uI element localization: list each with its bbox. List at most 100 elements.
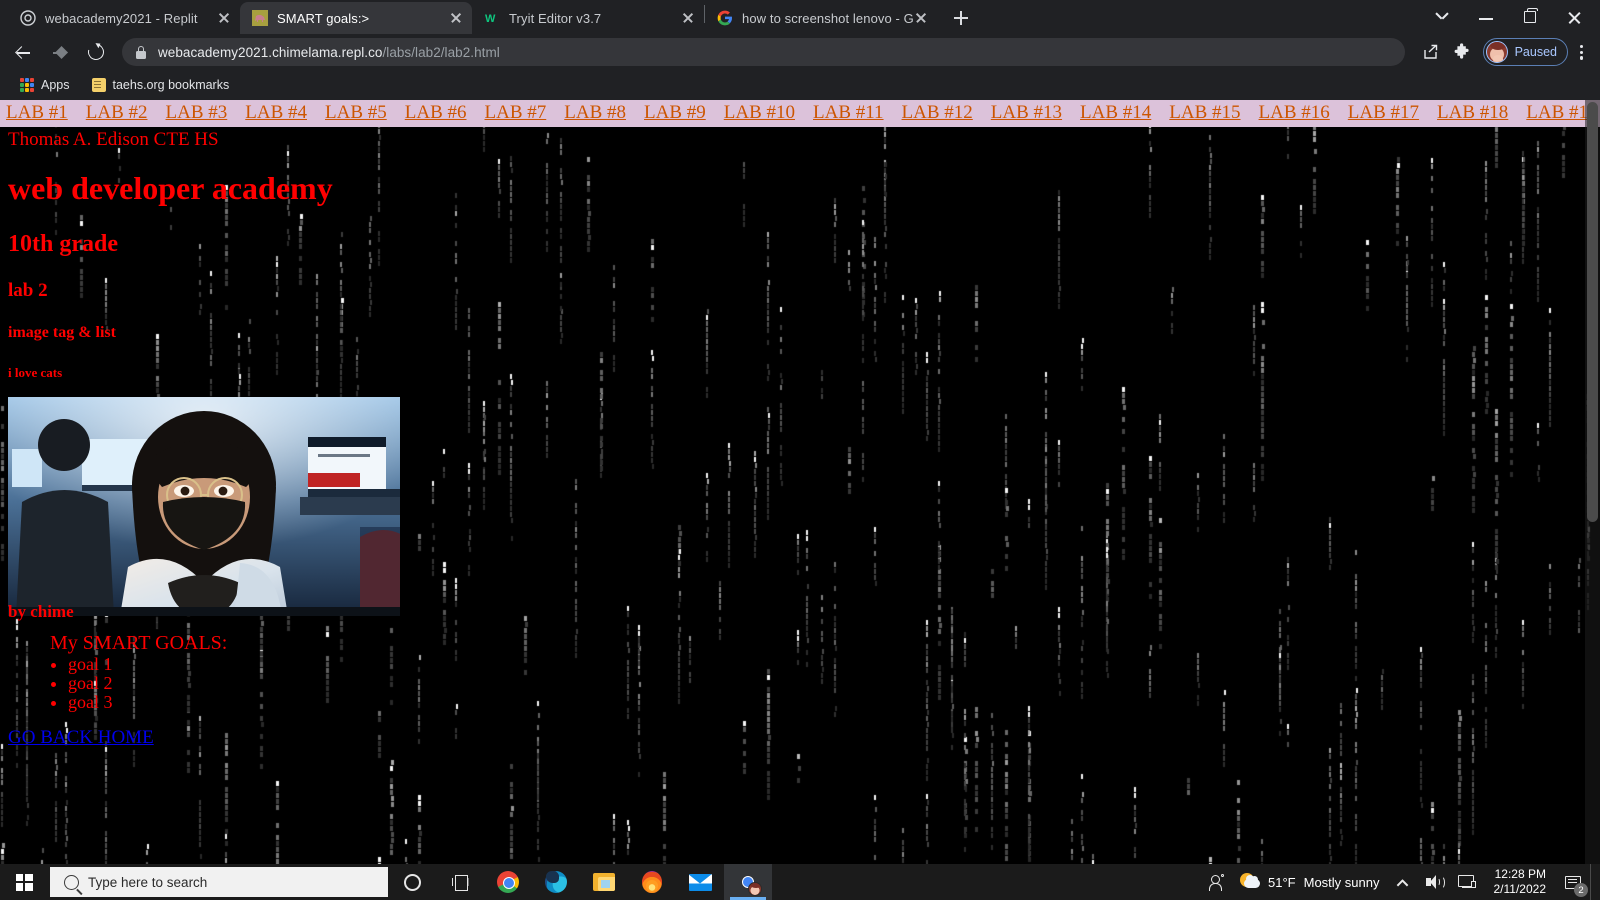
topic-heading: image tag & list: [8, 323, 116, 341]
vertical-scrollbar[interactable]: [1585, 100, 1600, 864]
lock-icon: [136, 45, 146, 59]
edge-icon[interactable]: [532, 864, 580, 900]
speaker-icon[interactable]: [1418, 864, 1450, 900]
lab-link-9[interactable]: LAB #9: [644, 102, 706, 123]
weather-temperature: 51°F: [1268, 874, 1296, 890]
bookmark-apps[interactable]: Apps: [12, 73, 78, 97]
task-view-icon[interactable]: [436, 864, 484, 900]
mail-icon[interactable]: [676, 864, 724, 900]
goals-list: goal 1goal 2goal 3: [68, 654, 1592, 712]
lab-link-8[interactable]: LAB #8: [564, 102, 626, 123]
back-arrow-icon[interactable]: [8, 36, 40, 68]
bookmarks-bar: Apps taehs.org bookmarks: [0, 70, 1600, 100]
cortana-icon[interactable]: [388, 864, 436, 900]
page-body: Thomas A. Edison CTE HS web developer ac…: [0, 129, 1600, 749]
browser-tab-active[interactable]: SMART goals:>: [240, 2, 472, 34]
tab-close-icon[interactable]: [913, 10, 929, 26]
goal-list-item: goal 2: [68, 673, 1592, 693]
chevron-up-icon[interactable]: [1388, 864, 1418, 900]
notification-badge: 2: [1574, 883, 1588, 897]
lab-link-5[interactable]: LAB #5: [325, 102, 387, 123]
tab-title: Tryit Editor v3.7: [509, 10, 602, 26]
new-tab-button[interactable]: [947, 4, 975, 32]
chrome-icon[interactable]: [484, 864, 532, 900]
smart-goals-icon: [252, 10, 268, 26]
classroom-photo: [8, 396, 400, 616]
photo-image: [8, 396, 400, 616]
address-bar[interactable]: webacademy2021.chimelama.repl.co/labs/la…: [122, 38, 1405, 66]
lab-link-6[interactable]: LAB #6: [405, 102, 467, 123]
lab-link-11[interactable]: LAB #11: [813, 102, 884, 123]
profile-button[interactable]: Paused: [1482, 38, 1568, 66]
weather-widget[interactable]: 51°F Mostly sunny: [1232, 864, 1387, 900]
clock[interactable]: 12:28 PM 2/11/2022: [1484, 867, 1557, 896]
forward-arrow-icon[interactable]: [44, 36, 76, 68]
goals-title: My SMART GOALS:: [50, 631, 228, 654]
page-viewport: LAB #1 LAB #2 LAB #3 LAB #4 LAB #5 LAB #6 LAB …: [0, 100, 1600, 864]
system-tray: 51°F Mostly sunny 12:28 PM 2/11/2022 2: [1200, 864, 1600, 900]
lab-link-14[interactable]: LAB #14: [1080, 102, 1151, 123]
lab-link-13[interactable]: LAB #13: [991, 102, 1062, 123]
windows-taskbar: Type here to search 51°F Mostly sunny 12…: [0, 864, 1600, 900]
page-title: web developer academy: [8, 169, 333, 206]
apps-grid-icon: [20, 78, 34, 92]
url-text: webacademy2021.chimelama.repl.co/labs/la…: [158, 45, 500, 60]
tab-title: SMART goals:>: [277, 10, 370, 26]
notifications-button[interactable]: 2: [1556, 864, 1590, 900]
browser-tab[interactable]: webacademy2021 - Replit: [8, 2, 240, 34]
lab-link-2[interactable]: LAB #2: [86, 102, 148, 123]
url-path: /labs/lab2/lab2.html: [382, 44, 500, 60]
chrome-browser-window: webacademy2021 - Replit SMART goals:> W …: [0, 0, 1600, 864]
network-icon[interactable]: [1450, 864, 1484, 900]
search-placeholder: Type here to search: [88, 874, 208, 890]
chevron-down-icon[interactable]: [1420, 2, 1464, 34]
browser-tab[interactable]: how to screenshot lenovo - Goog: [705, 2, 937, 34]
grade-heading: 10th grade: [8, 230, 118, 257]
tab-close-icon[interactable]: [448, 10, 464, 26]
lab-navigation: LAB #1 LAB #2 LAB #3 LAB #4 LAB #5 LAB #6 LAB …: [0, 100, 1600, 127]
window-controls: [1420, 2, 1600, 34]
minimize-icon[interactable]: [1464, 2, 1508, 34]
lab-link-4[interactable]: LAB #4: [245, 102, 307, 123]
restore-icon[interactable]: [1508, 2, 1552, 34]
share-icon[interactable]: [1415, 37, 1445, 67]
file-explorer-icon[interactable]: [580, 864, 628, 900]
search-input[interactable]: Type here to search: [50, 867, 388, 897]
lab-link-18[interactable]: LAB #18: [1437, 102, 1508, 123]
browser-tab[interactable]: W Tryit Editor v3.7: [472, 2, 704, 34]
tab-title: webacademy2021 - Replit: [45, 10, 198, 26]
lab-link-10[interactable]: LAB #10: [724, 102, 795, 123]
kebab-menu-icon[interactable]: [1568, 37, 1594, 67]
lab-link-15[interactable]: LAB #15: [1169, 102, 1240, 123]
search-icon: [64, 874, 79, 890]
web-page-content: LAB #1 LAB #2 LAB #3 LAB #4 LAB #5 LAB #6 LAB …: [0, 100, 1600, 864]
lab-link-16[interactable]: LAB #16: [1259, 102, 1330, 123]
lab-link-12[interactable]: LAB #12: [902, 102, 973, 123]
partly-sunny-icon: [1240, 873, 1261, 891]
bookmark-taehs[interactable]: taehs.org bookmarks: [84, 73, 238, 97]
photo-caption: by chime: [8, 601, 74, 621]
people-icon[interactable]: [1200, 864, 1232, 900]
tab-strip: webacademy2021 - Replit SMART goals:> W …: [0, 0, 1600, 34]
school-name: Thomas A. Edison CTE HS: [8, 129, 219, 150]
tab-close-icon[interactable]: [216, 10, 232, 26]
subtitle-heading: i love cats: [8, 364, 63, 380]
go-back-home-link[interactable]: GO BACK HOME: [8, 727, 154, 749]
windows-start-icon[interactable]: [0, 864, 48, 900]
bookmark-label: Apps: [41, 78, 70, 92]
lab-heading: lab 2: [8, 279, 48, 301]
scrollbar-thumb[interactable]: [1587, 102, 1598, 522]
goal-list-item: goal 3: [68, 692, 1592, 712]
firefox-icon[interactable]: [628, 864, 676, 900]
puzzle-piece-icon[interactable]: [1447, 37, 1477, 67]
close-icon[interactable]: [1552, 2, 1596, 34]
lab-link-1[interactable]: LAB #1: [6, 102, 68, 123]
reload-icon[interactable]: [80, 36, 112, 68]
lab-link-17[interactable]: LAB #17: [1348, 102, 1419, 123]
chrome-active-icon[interactable]: [724, 864, 772, 900]
show-desktop-button[interactable]: [1590, 864, 1596, 900]
tab-close-icon[interactable]: [680, 10, 696, 26]
lab-link-7[interactable]: LAB #7: [485, 102, 547, 123]
svg-text:W: W: [485, 13, 496, 25]
lab-link-3[interactable]: LAB #3: [166, 102, 228, 123]
